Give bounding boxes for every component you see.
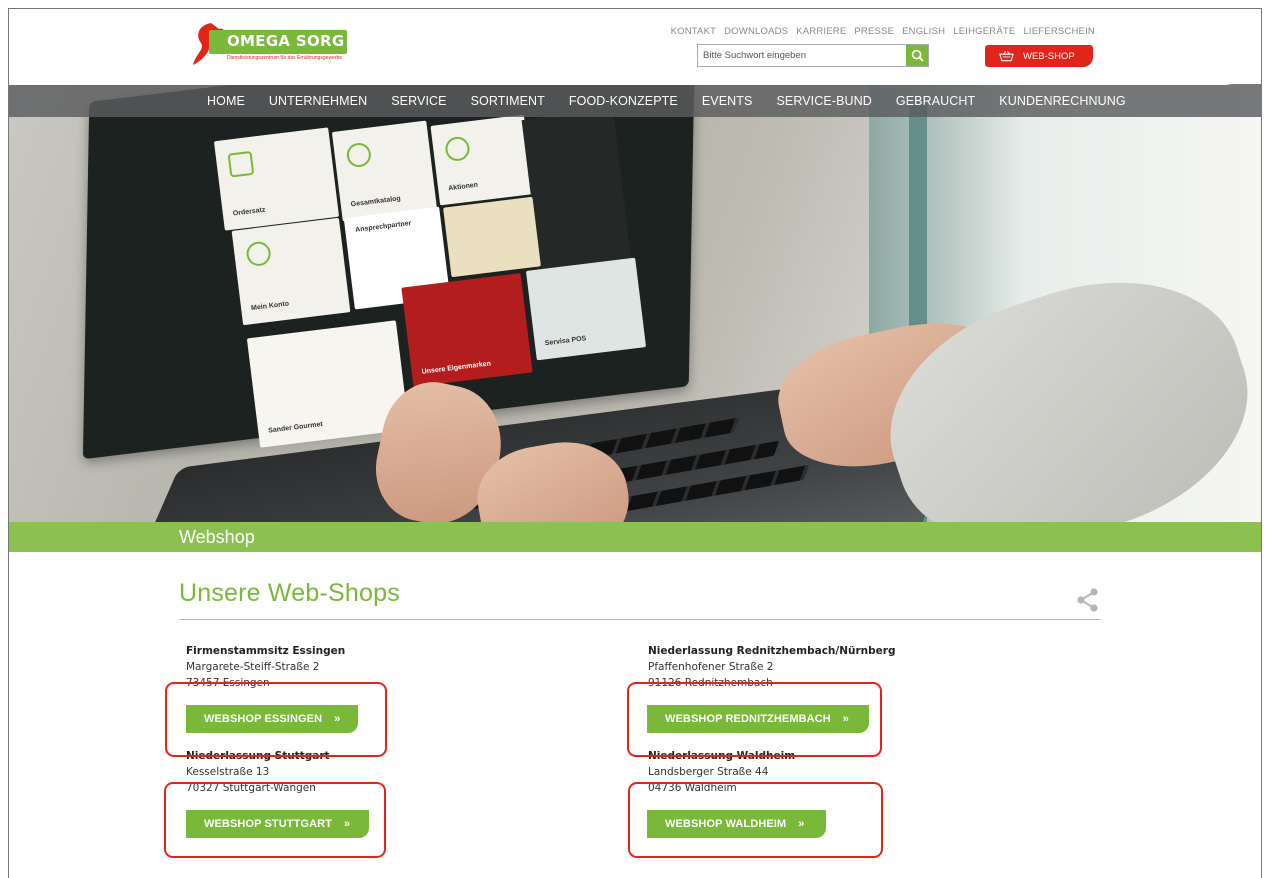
basket-icon: [999, 51, 1014, 62]
annotation-box-rednitzhembach: [627, 682, 882, 757]
logo-tagline: Dienstleistungszentrum für das Ernährung…: [227, 55, 343, 61]
nav-kundenrechnung[interactable]: KUNDENRECHNUNG: [999, 94, 1125, 108]
checklist-icon: [227, 150, 255, 178]
branch-street: Pfaffenhofener Straße 2: [648, 661, 774, 673]
hero-image: Ordersatz Gesamtkatalog Aktionen Mein Ko…: [9, 84, 1261, 522]
tile-label: Unsere Eigenmarken: [421, 360, 492, 376]
nav-home[interactable]: HOME: [207, 94, 245, 108]
hero-tile-gesamtkatalog: Gesamtkatalog: [331, 120, 438, 222]
hero-tile-promo: [443, 196, 541, 278]
topnav-english[interactable]: ENGLISH: [902, 26, 945, 37]
search-box: [697, 44, 929, 67]
annotation-box-stuttgart: [164, 782, 386, 858]
logo-text: OMEGA SORG: [227, 32, 345, 50]
annotation-box-waldheim: [628, 782, 883, 858]
topnav-leihgeraete[interactable]: LEIHGERÄTE: [953, 26, 1015, 37]
search-icon: [911, 49, 924, 62]
topnav-downloads[interactable]: DOWNLOADS: [724, 26, 788, 37]
web-shop-button[interactable]: WEB-SHOP: [985, 45, 1093, 67]
share-icon[interactable]: [1075, 587, 1101, 613]
nav-service-bund[interactable]: SERVICE-BUND: [776, 94, 871, 108]
hero-tile-ordersatz: Ordersatz: [213, 127, 340, 231]
user-icon: [245, 240, 272, 268]
browser-page: Ordersatz Gesamtkatalog Aktionen Mein Ko…: [8, 8, 1262, 878]
catalog-icon: [345, 141, 373, 169]
hero-tile-eigenmarken: Unsere Eigenmarken: [401, 273, 533, 387]
hero-tile-servisa-pos: Servisa POS: [525, 257, 647, 361]
tile-label: Gesamtkatalog: [350, 195, 402, 209]
web-shop-label: WEB-SHOP: [1023, 50, 1075, 62]
tile-label: Sander Gourmet: [267, 420, 324, 435]
nav-sortiment[interactable]: SORTIMENT: [471, 94, 545, 108]
search-button[interactable]: [906, 45, 928, 66]
hero-tile-aktionen: Aktionen: [430, 114, 534, 206]
site-header: OMEGA SORG Dienstleistungszentrum für da…: [9, 9, 1261, 85]
page-title: Webshop: [179, 527, 255, 547]
tile-label: Servisa POS: [544, 335, 587, 348]
top-navigation: KONTAKT DOWNLOADS KARRIERE PRESSE ENGLIS…: [671, 26, 1095, 37]
tile-label: Aktionen: [447, 181, 479, 193]
nav-events[interactable]: EVENTS: [702, 94, 753, 108]
branch-name: Niederlassung Rednitzhembach/Nürnberg: [648, 645, 896, 657]
main-navigation: HOME UNTERNEHMEN SERVICE SORTIMENT FOOD-…: [9, 84, 1261, 117]
nav-food-konzepte[interactable]: FOOD-KONZEPTE: [569, 94, 678, 108]
branch-street: Landsberger Straße 44: [648, 766, 769, 778]
branch-street: Margarete-Steiff-Straße 2: [186, 661, 320, 673]
topnav-lieferschein[interactable]: LIEFERSCHEIN: [1023, 26, 1095, 37]
section-heading: Unsere Web-Shops: [179, 579, 400, 607]
topnav-kontakt[interactable]: KONTAKT: [671, 26, 717, 37]
tile-label: Mein Konto: [250, 300, 290, 313]
tile-label: Ordersatz: [232, 206, 266, 218]
page-title-band: Webshop: [9, 522, 1261, 552]
percent-icon: [444, 135, 471, 163]
section-divider: [179, 619, 1101, 620]
topnav-karriere[interactable]: KARRIERE: [796, 26, 846, 37]
search-input[interactable]: [698, 45, 906, 66]
annotation-box-essingen: [165, 682, 387, 757]
nav-unternehmen[interactable]: UNTERNEHMEN: [269, 94, 367, 108]
branch-name: Firmenstammsitz Essingen: [186, 645, 346, 657]
hero-tile-mein-konto: Mein Konto: [231, 217, 351, 326]
nav-gebraucht[interactable]: GEBRAUCHT: [896, 94, 975, 108]
branch-street: Kesselstraße 13: [186, 766, 270, 778]
tile-label: Ansprechpartner: [354, 220, 412, 234]
omega-sorg-logo[interactable]: OMEGA SORG Dienstleistungszentrum für da…: [191, 21, 351, 69]
topnav-presse[interactable]: PRESSE: [854, 26, 894, 37]
nav-service[interactable]: SERVICE: [391, 94, 446, 108]
